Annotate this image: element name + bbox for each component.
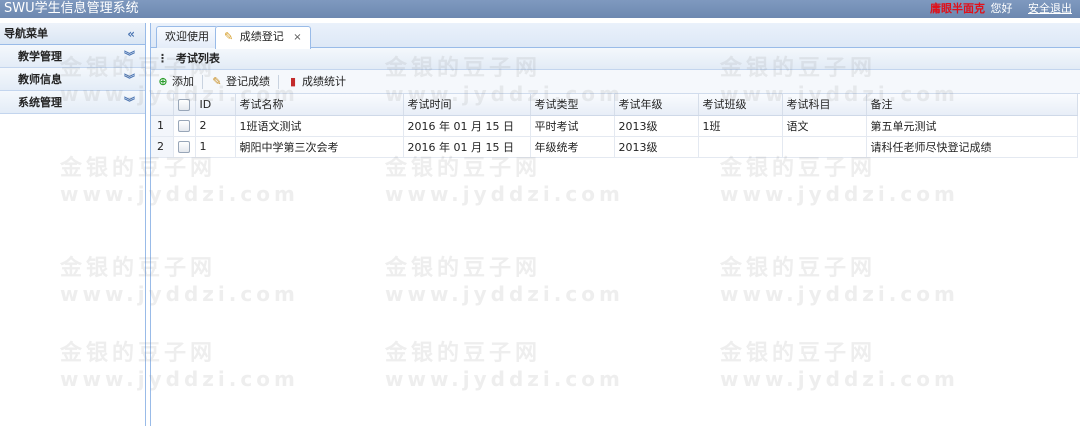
panel-header: ⋮ 考试列表 [151,48,1080,70]
sidebar-item-label: 教学管理 [18,50,62,63]
greeting-text: 您好 [990,2,1013,15]
cell-subject [782,136,867,158]
cell-subject: 语文 [782,115,867,137]
app-title: SWU学生信息管理系统 [4,1,139,16]
logout-link[interactable]: 安全退出 [1028,2,1072,15]
column-header[interactable]: 考试名称 [235,94,404,116]
row-number: 2 [151,136,174,158]
row-checkbox[interactable] [177,141,190,153]
tab-bar: 欢迎使用 ✎ 成绩登记 × [151,23,1080,49]
cell-class: 1班 [698,115,783,137]
row-checkbox[interactable] [177,120,190,132]
toolbar-divider [278,75,279,89]
tab-label: 欢迎使用 [165,30,209,43]
toolbar: ⊕ 添加 ✎ 登记成绩 ▮ 成绩统计 [151,70,1080,94]
table-row[interactable]: 2 1 朝阳中学第三次会考 2016 年 01 月 15 日 年级统考 2013… [151,136,1078,158]
row-number-header [151,94,174,116]
row-select-cell[interactable] [173,136,196,158]
sidebar-item-system[interactable]: 系统管理 ︾ [0,91,145,114]
drag-handle-icon: ⋮ [157,52,168,65]
add-button[interactable]: ⊕ 添加 [157,70,194,94]
cell-time: 2016 年 01 月 15 日 [403,136,531,158]
header-user-area: 庸眼半面克 您好 安全退出 [930,0,1072,18]
cell-class [698,136,783,158]
tab-welcome[interactable]: 欢迎使用 [156,26,218,48]
chevron-down-icon[interactable]: ︾ [124,45,135,68]
bar-chart-icon: ▮ [289,75,297,88]
sidebar-item-label: 教师信息 [18,73,62,86]
row-select-cell[interactable] [173,115,196,137]
main-area: 欢迎使用 ✎ 成绩登记 × ⋮ 考试列表 ⊕ 添加 ✎ 登记成绩 ▮ 成绩统计 [150,23,1080,426]
sidebar-item-teachers[interactable]: 教师信息 ︾ [0,68,145,91]
plus-icon: ⊕ [158,75,168,88]
cell-type: 平时考试 [530,115,615,137]
nav-header: 导航菜单 « [0,23,145,45]
cell-note: 第五单元测试 [866,115,1078,137]
table-header-row: ID 考试名称 考试时间 考试类型 考试年级 考试班级 考试科目 备注 [151,94,1078,116]
close-icon[interactable]: × [293,32,301,43]
select-all-header[interactable] [173,94,196,116]
collapse-left-icon[interactable]: « [127,23,135,45]
pencil-icon: ✎ [224,30,234,43]
sidebar-item-label: 系统管理 [18,96,62,109]
exam-table: ID 考试名称 考试时间 考试类型 考试年级 考试班级 考试科目 备注 1 2 … [151,94,1078,158]
column-header[interactable]: 考试班级 [698,94,783,116]
chevron-down-icon[interactable]: ︾ [124,68,135,91]
cell-time: 2016 年 01 月 15 日 [403,115,531,137]
edit-icon: ✎ [212,75,222,88]
register-label: 登记成绩 [226,75,270,88]
register-grades-button[interactable]: ✎ 登记成绩 [211,70,270,94]
toolbar-divider [202,75,203,89]
cell-name: 1班语文测试 [235,115,404,137]
table-row[interactable]: 1 2 1班语文测试 2016 年 01 月 15 日 平时考试 2013级 1… [151,115,1078,137]
panel-title: 考试列表 [175,52,220,65]
tab-grade-register[interactable]: ✎ 成绩登记 × [215,26,311,49]
cell-id: 1 [195,136,236,158]
stats-label: 成绩统计 [302,75,346,88]
tab-label: 成绩登记 [239,30,284,43]
grade-stats-button[interactable]: ▮ 成绩统计 [287,70,346,94]
column-header[interactable]: 考试类型 [530,94,615,116]
nav-title: 导航菜单 [4,27,48,40]
cell-id: 2 [195,115,236,137]
app-header: SWU学生信息管理系统 庸眼半面克 您好 安全退出 [0,0,1080,18]
cell-name: 朝阳中学第三次会考 [235,136,404,158]
column-header[interactable]: 考试时间 [403,94,531,116]
user-name: 庸眼半面克 [930,2,985,15]
select-all-checkbox[interactable] [177,98,190,111]
column-header[interactable]: 备注 [866,94,1078,116]
column-header[interactable]: ID [195,94,236,116]
sidebar: 导航菜单 « 教学管理 ︾ 教师信息 ︾ 系统管理 ︾ [0,23,146,426]
column-header[interactable]: 考试科目 [782,94,867,116]
row-number: 1 [151,115,174,137]
chevron-down-icon[interactable]: ︾ [124,91,135,114]
column-header[interactable]: 考试年级 [614,94,699,116]
cell-grade: 2013级 [614,115,699,137]
cell-note: 请科任老师尽快登记成绩 [866,136,1078,158]
add-label: 添加 [172,75,194,88]
cell-grade: 2013级 [614,136,699,158]
cell-type: 年级统考 [530,136,615,158]
sidebar-item-teaching[interactable]: 教学管理 ︾ [0,45,145,68]
